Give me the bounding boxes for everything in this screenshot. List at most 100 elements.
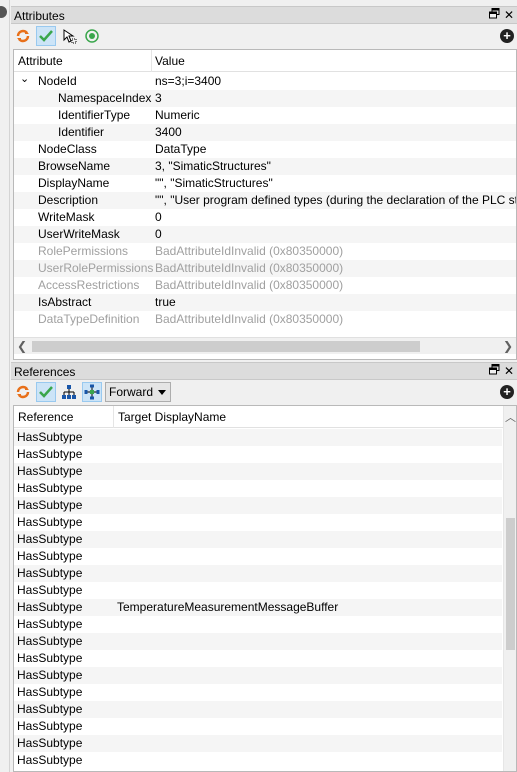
attribute-name: DisplayName xyxy=(38,176,110,190)
check-button[interactable] xyxy=(36,26,56,46)
references-panel-header: References ✕ xyxy=(11,362,517,380)
network-button[interactable] xyxy=(82,382,102,402)
hierarchy-button[interactable] xyxy=(59,382,79,402)
attribute-name: UserRolePermissions xyxy=(38,261,154,275)
reference-row[interactable]: HasSubtype xyxy=(14,531,502,548)
column-header-reference[interactable]: Reference xyxy=(18,410,73,424)
attribute-row[interactable]: DisplayName "", "SimaticStructures" xyxy=(14,175,516,192)
attribute-row[interactable]: WriteMask 0 xyxy=(14,209,516,226)
attribute-name: Description xyxy=(38,193,99,207)
attributes-horizontal-scrollbar[interactable]: ❮ ❯ xyxy=(14,337,516,354)
reference-type: HasSubtype xyxy=(17,753,83,767)
reference-row[interactable]: HasSubtype xyxy=(14,446,502,463)
reference-row[interactable]: HasSubtype xyxy=(14,752,502,769)
column-header-attribute[interactable]: Attribute xyxy=(18,54,63,68)
select-button[interactable] xyxy=(59,26,79,46)
network-icon xyxy=(84,384,100,400)
checkmark-icon xyxy=(39,30,53,42)
column-header-target[interactable]: Target DisplayName xyxy=(118,410,226,424)
direction-dropdown-value: Forward xyxy=(109,385,154,399)
reference-row[interactable]: HasSubtype xyxy=(14,735,502,752)
scroll-thumb[interactable] xyxy=(506,518,515,650)
reference-row[interactable]: HasSubtype xyxy=(14,701,502,718)
partial-icon xyxy=(0,6,7,18)
expand-chevron-icon[interactable]: ⌄ xyxy=(20,72,29,85)
attribute-name: Identifier xyxy=(58,125,105,139)
reference-row[interactable]: HasSubtype xyxy=(14,650,502,667)
reference-row[interactable]: HasSubtype xyxy=(14,497,502,514)
pointer-select-icon xyxy=(63,29,77,44)
attribute-value: Numeric xyxy=(155,108,200,122)
reference-row[interactable]: HasSubtype xyxy=(14,463,502,480)
scroll-thumb[interactable] xyxy=(32,341,420,352)
scroll-left-icon[interactable]: ❮ xyxy=(15,339,29,353)
refresh-button[interactable] xyxy=(13,26,33,46)
attribute-row[interactable]: Description "", "User program defined typ… xyxy=(14,192,516,209)
attribute-value: "", "SimaticStructures" xyxy=(155,176,273,190)
reference-type: HasSubtype xyxy=(17,549,83,563)
attribute-row[interactable]: UserWriteMask 0 xyxy=(14,226,516,243)
attribute-name: IdentifierType xyxy=(58,108,131,122)
reference-row[interactable]: HasSubtype xyxy=(14,548,502,565)
float-window-icon[interactable] xyxy=(487,364,501,378)
refresh-icon xyxy=(16,385,30,399)
attribute-row[interactable]: Identifier 3400 xyxy=(14,124,516,141)
reference-row[interactable]: HasSubtype xyxy=(14,565,502,582)
attribute-row[interactable]: AccessRestrictions BadAttributeIdInvalid … xyxy=(14,277,516,294)
reference-type: HasSubtype xyxy=(17,668,83,682)
scroll-right-icon[interactable]: ❯ xyxy=(501,339,515,353)
add-icon[interactable]: + xyxy=(500,385,514,399)
attribute-row[interactable]: NodeClass DataType xyxy=(14,141,516,158)
attribute-row[interactable]: RolePermissions BadAttributeIdInvalid (0x… xyxy=(14,243,516,260)
attribute-row[interactable]: BrowseName 3, "SimaticStructures" xyxy=(14,158,516,175)
attribute-row[interactable]: ⌄ NodeId ns=3;i=3400 xyxy=(14,73,516,90)
references-vertical-scrollbar[interactable]: ︿ xyxy=(503,406,516,771)
reference-type: HasSubtype xyxy=(17,566,83,580)
attribute-value: "", "User program defined types (during … xyxy=(155,193,517,207)
reference-row[interactable]: HasSubtype xyxy=(14,616,502,633)
reference-row[interactable]: HasSubtype TemperatureMeasurementMessageB… xyxy=(14,599,502,616)
reference-row[interactable]: HasSubtype xyxy=(14,684,502,701)
column-header-value[interactable]: Value xyxy=(155,54,185,68)
attribute-row[interactable]: DataTypeDefinition BadAttributeIdInvalid … xyxy=(14,311,516,328)
references-panel: References ✕ Forward + Reference Target … xyxy=(11,362,517,772)
add-icon[interactable]: + xyxy=(500,29,514,43)
reference-row[interactable]: HasSubtype xyxy=(14,480,502,497)
attributes-column-header: Attribute Value xyxy=(14,50,516,72)
column-separator[interactable] xyxy=(151,50,152,72)
chevron-down-icon xyxy=(158,390,166,395)
check-button[interactable] xyxy=(36,382,56,402)
close-icon[interactable]: ✕ xyxy=(502,8,516,22)
reference-type: HasSubtype xyxy=(17,685,83,699)
reference-type: HasSubtype xyxy=(17,634,83,648)
reference-row[interactable]: HasSubtype xyxy=(14,718,502,735)
reference-row[interactable]: HasSubtype xyxy=(14,514,502,531)
reference-type: HasSubtype xyxy=(17,447,83,461)
reference-row[interactable]: HasSubtype xyxy=(14,667,502,684)
attribute-row[interactable]: NamespaceIndex 3 xyxy=(14,90,516,107)
attribute-row[interactable]: IdentifierType Numeric xyxy=(14,107,516,124)
reference-row[interactable]: HasSubtype xyxy=(14,429,502,446)
scroll-up-icon[interactable]: ︿ xyxy=(504,409,516,425)
reference-type: HasSubtype xyxy=(17,464,83,478)
reference-type: HasSubtype xyxy=(17,481,83,495)
direction-dropdown[interactable]: Forward xyxy=(105,382,171,402)
refresh-button[interactable] xyxy=(13,382,33,402)
reference-type: HasSubtype xyxy=(17,515,83,529)
reference-row[interactable]: HasSubtype xyxy=(14,582,502,599)
left-dock-strip xyxy=(0,0,10,772)
attribute-value: true xyxy=(155,295,176,309)
float-window-icon[interactable] xyxy=(487,8,501,22)
attribute-name: BrowseName xyxy=(38,159,111,173)
attributes-toolbar: + xyxy=(11,24,517,48)
attribute-name: AccessRestrictions xyxy=(38,278,140,292)
reference-row[interactable]: HasSubtype xyxy=(14,633,502,650)
attribute-row[interactable]: IsAbstract true xyxy=(14,294,516,311)
attribute-row[interactable]: UserRolePermissions BadAttributeIdInvalid… xyxy=(14,260,516,277)
attribute-name: NamespaceIndex xyxy=(58,91,152,105)
close-icon[interactable]: ✕ xyxy=(502,364,516,378)
attributes-grid: Attribute Value ⌄ NodeId ns=3;i=3400 Namesp… xyxy=(13,49,517,360)
target-button[interactable] xyxy=(82,26,102,46)
column-separator[interactable] xyxy=(113,406,114,428)
reference-type: HasSubtype xyxy=(17,719,83,733)
